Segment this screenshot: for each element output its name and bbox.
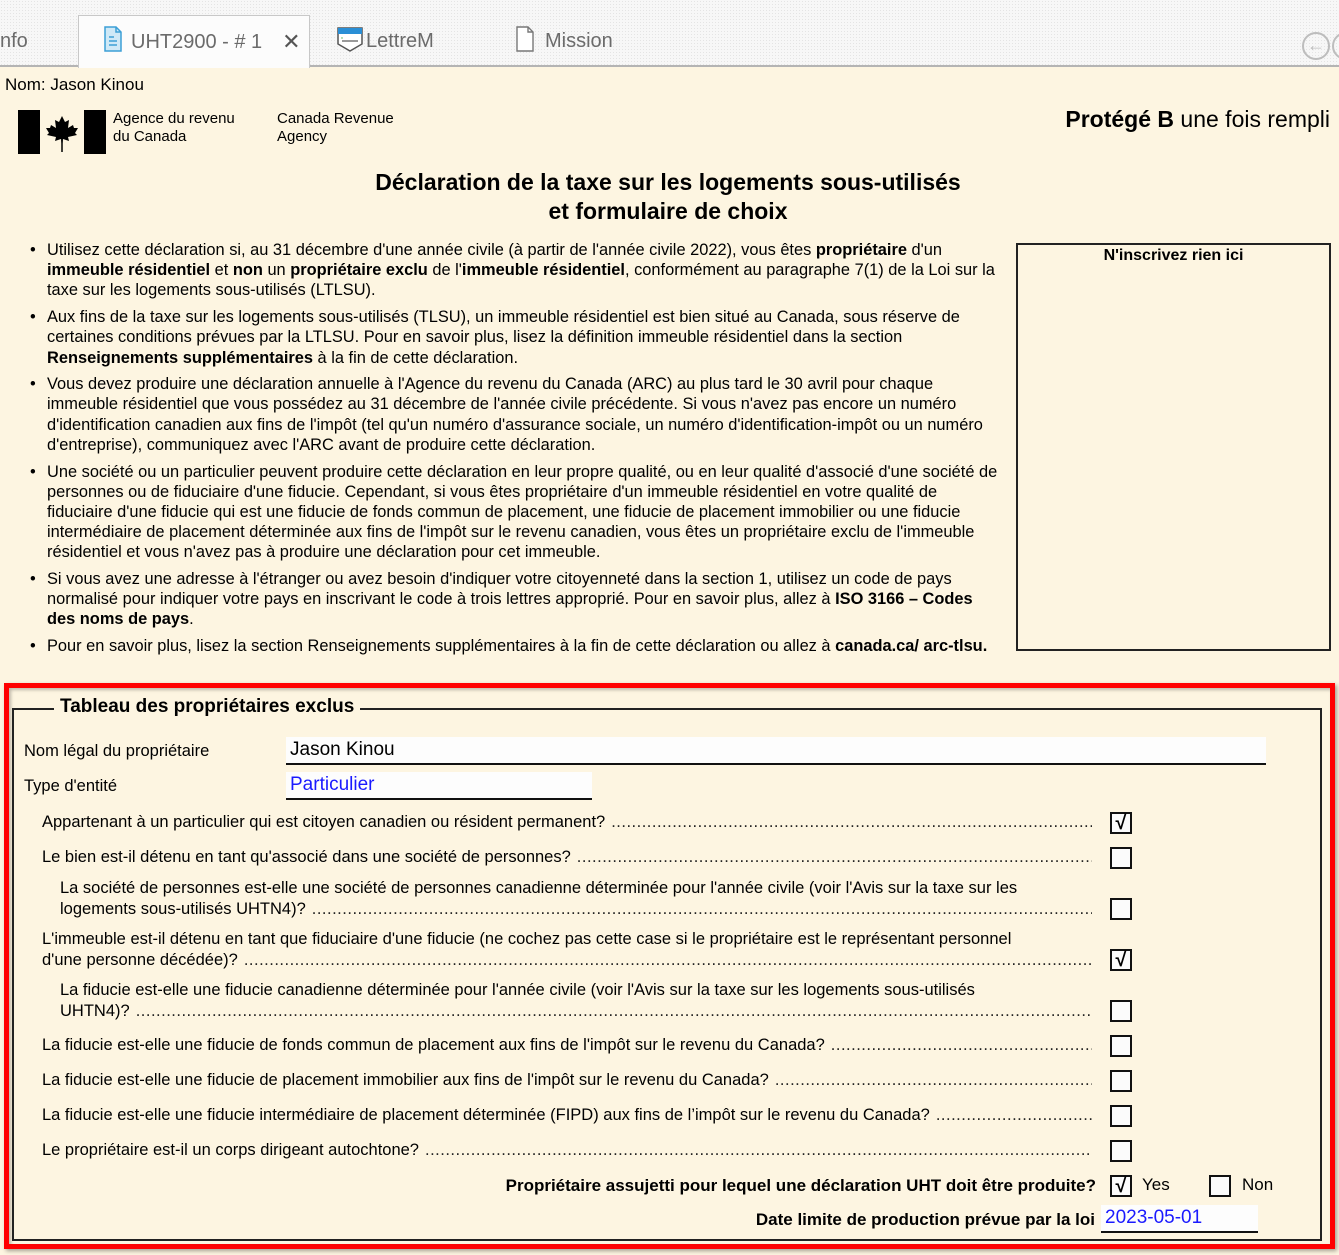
- leader-dots: ........................................…: [611, 813, 1092, 831]
- page-title: Déclaration de la taxe sur les logements…: [375, 169, 961, 224]
- agency-name-fr: Agence du revenu du Canada: [113, 110, 235, 145]
- non-checkbox[interactable]: [1209, 1175, 1231, 1197]
- tab-label: nfo: [0, 30, 28, 52]
- entity-type-label: Type d'entité: [24, 777, 118, 795]
- tab-bar: nfo UHT2900 - # 1 ✕ x LettreM Mission ←: [0, 0, 1339, 68]
- svg-text:x: x: [341, 35, 343, 40]
- question-checkbox[interactable]: [1110, 1035, 1132, 1057]
- leader-dots: ........................................…: [424, 1141, 1092, 1159]
- instruction-item: Une société ou un particulier peuvent pr…: [30, 462, 998, 563]
- tab-label: LettreM: [366, 30, 434, 52]
- question-checkbox[interactable]: [1110, 898, 1132, 920]
- close-icon[interactable]: ✕: [282, 29, 300, 55]
- tab-info[interactable]: nfo: [0, 16, 78, 67]
- tab-mission[interactable]: Mission: [515, 16, 665, 67]
- leader-dots: ........................................…: [576, 848, 1092, 866]
- question-text: Appartenant à un particulier qui est cit…: [42, 813, 606, 831]
- instruction-item: Utilisez cette déclaration si, au 31 déc…: [30, 240, 998, 301]
- question-text: Le propriétaire est-il un corps dirigean…: [42, 1141, 419, 1159]
- question-row: La fiducie est-elle une fiducie de fonds…: [42, 1035, 1092, 1056]
- yes-label: Yes: [1142, 1175, 1170, 1194]
- entity-type-field[interactable]: Particulier: [286, 772, 592, 800]
- question-checkbox[interactable]: [1110, 1105, 1132, 1127]
- question-row: La fiducie est-elle une fiducie interméd…: [42, 1105, 1092, 1126]
- tab-label: Mission: [545, 30, 613, 52]
- question-text: La fiducie est-elle une fiducie de place…: [42, 1071, 769, 1089]
- instruction-item: Pour en savoir plus, lisez la section Re…: [30, 636, 998, 656]
- agency-name-en: Canada Revenue Agency: [277, 110, 394, 145]
- question-text: Le bien est-il détenu en tant qu'associé…: [42, 848, 571, 866]
- owner-name-label: Nom légal du propriétaire: [24, 742, 210, 760]
- leader-dots: ........................................…: [243, 950, 1092, 969]
- question-text: logements sous-utilisés UHTN4)?: [60, 899, 306, 918]
- instruction-item: Si vous avez une adresse à l'étranger ou…: [30, 569, 998, 630]
- section-title: Tableau des propriétaires exclus: [54, 696, 361, 718]
- tab-label: UHT2900 - # 1: [131, 30, 263, 53]
- question-row: Le propriétaire est-il un corps dirigean…: [42, 1140, 1092, 1161]
- question-row: La fiducie est-elle une fiducie canadien…: [60, 981, 1092, 1020]
- question-checkbox[interactable]: √: [1110, 812, 1132, 834]
- leader-dots: ........................................…: [830, 1036, 1092, 1054]
- canada-flag-logo: [18, 110, 106, 154]
- do-not-write-box: N'inscrivez rien ici: [1016, 243, 1331, 651]
- instruction-item: Vous devez produire une déclaration annu…: [30, 374, 998, 455]
- tab-lettrem[interactable]: x LettreM: [336, 16, 486, 67]
- protection-label: Protégé B une fois rempli: [1065, 106, 1330, 132]
- question-row: Le bien est-il détenu en tant qu'associé…: [42, 847, 1092, 868]
- leader-dots: ........................................…: [774, 1071, 1092, 1089]
- client-name: Nom: Jason Kinou: [5, 75, 144, 94]
- question-text: d'une personne décédée)?: [42, 950, 238, 969]
- leader-dots: ........................................…: [311, 899, 1092, 918]
- non-label: Non: [1242, 1175, 1274, 1194]
- question-checkbox[interactable]: [1110, 1070, 1132, 1092]
- blank-document-icon: [515, 25, 535, 58]
- instructions-list: Utilisez cette déclaration si, au 31 déc…: [30, 240, 998, 663]
- question-row: La société de personnes est-elle une soc…: [60, 878, 1092, 919]
- question-text: UHTN4)?: [60, 1001, 130, 1020]
- instruction-item: Aux fins de la taxe sur les logements so…: [30, 307, 998, 368]
- document-icon: [103, 26, 123, 58]
- leader-dots: ........................................…: [135, 1001, 1092, 1020]
- question-row: La fiducie est-elle une fiducie de place…: [42, 1070, 1092, 1091]
- back-arrow-icon[interactable]: ←: [1302, 32, 1330, 60]
- question-checkbox[interactable]: [1110, 1000, 1132, 1022]
- subject-owner-question: Propriétaire assujetti pour lequel une d…: [505, 1176, 1096, 1195]
- question-checkbox[interactable]: [1110, 1140, 1132, 1162]
- question-row: Appartenant à un particulier qui est cit…: [42, 812, 1092, 833]
- tab-uht2900[interactable]: UHT2900 - # 1 ✕: [78, 15, 310, 68]
- letter-template-icon: x: [336, 26, 364, 58]
- forward-arrow-icon[interactable]: [1332, 32, 1339, 60]
- yes-checkbox[interactable]: √: [1110, 1175, 1132, 1197]
- question-row: L'immeuble est-il détenu en tant que fid…: [42, 930, 1092, 969]
- question-text: La fiducie est-elle une fiducie interméd…: [42, 1106, 930, 1124]
- leader-dots: ........................................…: [935, 1106, 1092, 1124]
- question-text: La fiducie est-elle une fiducie de fonds…: [42, 1036, 825, 1054]
- question-checkbox[interactable]: √: [1110, 949, 1132, 971]
- deadline-date-field[interactable]: 2023-05-01: [1101, 1205, 1258, 1233]
- question-checkbox[interactable]: [1110, 847, 1132, 869]
- deadline-label: Date limite de production prévue par la …: [755, 1210, 1095, 1229]
- owner-name-field[interactable]: Jason Kinou: [286, 737, 1266, 765]
